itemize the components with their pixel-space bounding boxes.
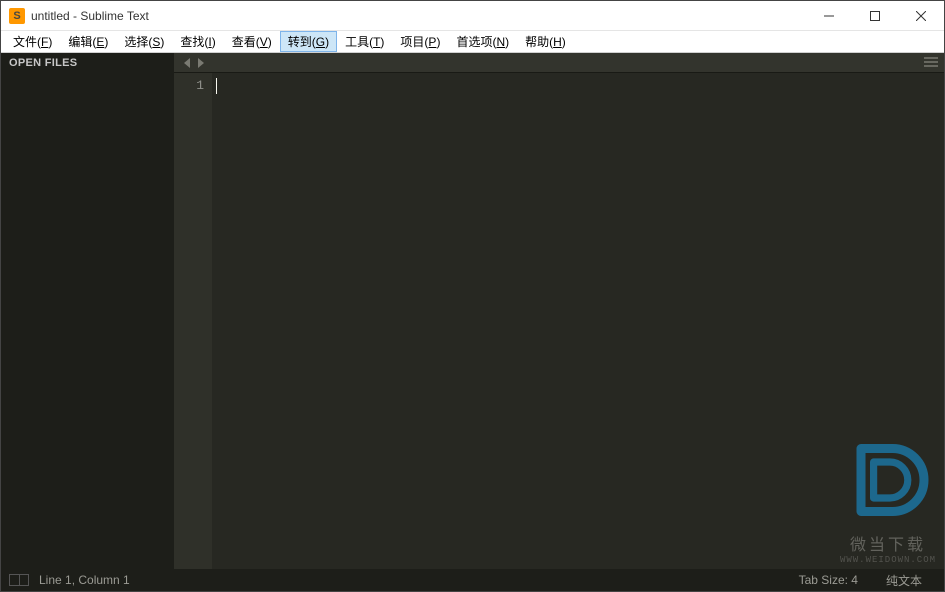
tabbar (174, 53, 944, 73)
menubar: 文件(F) 编辑(E) 选择(S) 查找(I) 查看(V) 转到(G) 工具(T… (1, 31, 944, 53)
sidebar[interactable]: OPEN FILES (1, 53, 174, 569)
menu-prefs[interactable]: 首选项(N) (448, 31, 517, 52)
minimize-button[interactable] (806, 1, 852, 30)
close-button[interactable] (898, 1, 944, 30)
sidebar-open-files-header: OPEN FILES (1, 53, 174, 75)
status-tab-size[interactable]: Tab Size: 4 (785, 573, 872, 587)
menu-project[interactable]: 项目(P) (392, 31, 448, 52)
menu-edit[interactable]: 编辑(E) (60, 31, 116, 52)
menu-select[interactable]: 选择(S) (116, 31, 172, 52)
tab-menu-icon[interactable] (924, 56, 938, 70)
panel-switcher-icon[interactable] (9, 574, 29, 586)
menu-file[interactable]: 文件(F) (5, 31, 60, 52)
watermark-logo-icon (843, 435, 933, 525)
tab-history-forward[interactable] (194, 58, 208, 68)
menu-view[interactable]: 查看(V) (224, 31, 280, 52)
menu-help[interactable]: 帮助(H) (517, 31, 574, 52)
statusbar: Line 1, Column 1 Tab Size: 4 纯文本 (1, 569, 944, 591)
line-number: 1 (174, 77, 204, 95)
status-position[interactable]: Line 1, Column 1 (39, 573, 144, 587)
window-title: untitled - Sublime Text (31, 9, 806, 23)
menu-goto[interactable]: 转到(G) (280, 31, 337, 52)
watermark: 微当下载 WWW.WEIDOWN.COM (840, 435, 936, 565)
code-editor[interactable]: 微当下载 WWW.WEIDOWN.COM (212, 73, 944, 569)
tab-history-back[interactable] (180, 58, 194, 68)
menu-find[interactable]: 查找(I) (172, 31, 223, 52)
titlebar[interactable]: S untitled - Sublime Text (1, 1, 944, 31)
app-icon: S (9, 8, 25, 24)
text-cursor (216, 78, 217, 94)
gutter: 1 (174, 73, 212, 569)
maximize-button[interactable] (852, 1, 898, 30)
status-syntax[interactable]: 纯文本 (872, 572, 936, 589)
menu-tools[interactable]: 工具(T) (337, 31, 392, 52)
